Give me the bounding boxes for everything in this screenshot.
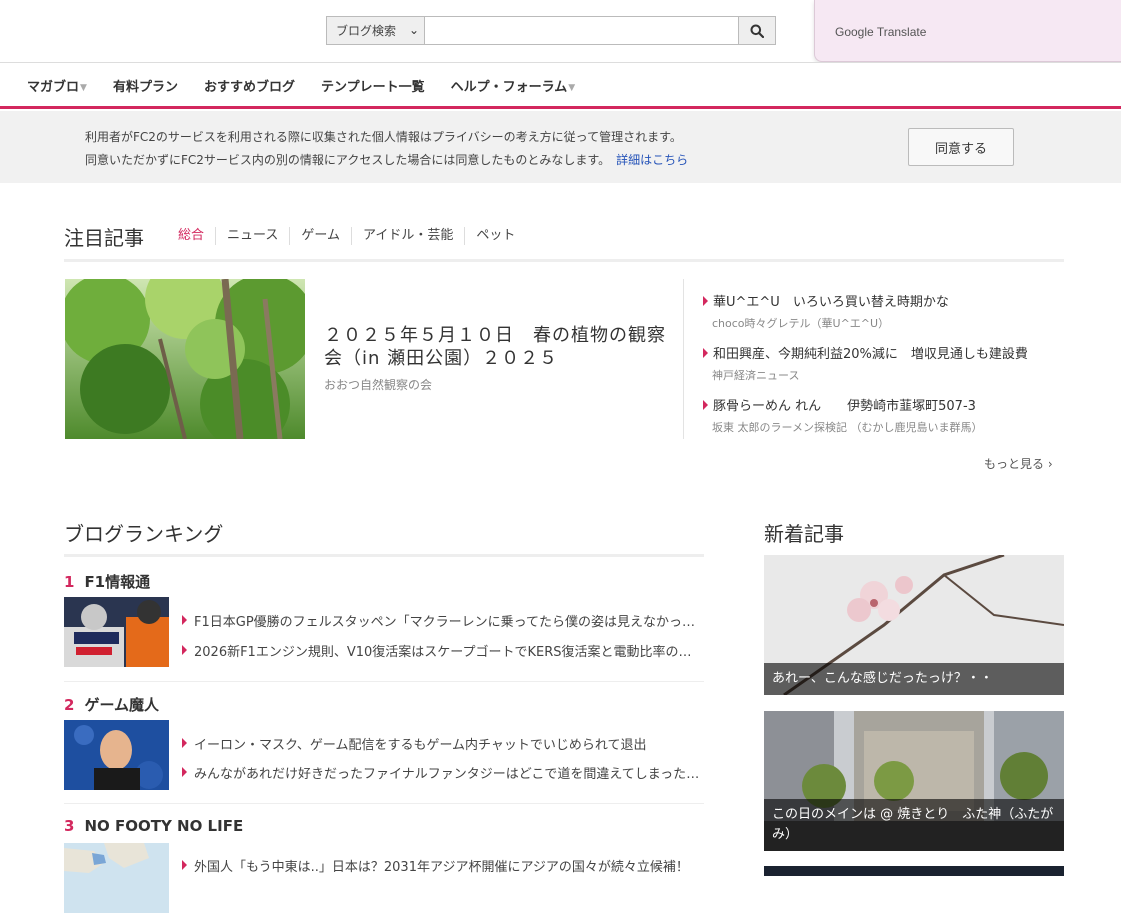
ranking-thumbnail[interactable] (64, 597, 169, 667)
dropdown-triangle-icon: ▼ (80, 83, 87, 93)
pick-source: 神戸経済ニュース (712, 369, 800, 382)
dropdown-triangle-icon: ▼ (568, 83, 576, 93)
new-articles-header: 新着記事 (764, 518, 844, 547)
search-button[interactable] (738, 16, 776, 45)
new-article-card[interactable]: この日のメインは @ 焼きとり ふた神（ふたがみ） (764, 711, 1064, 851)
ranking-item: 2 ゲーム魔人 イーロン・マスク、ゲーム配信をするもゲーム内チャットでいじめられて… (64, 694, 704, 804)
google-translate-label: Google Translate (835, 25, 927, 39)
ranking-article-link[interactable]: みんながあれだけ好きだったファイナルファンタジーはどこで道を間違えてしまったのか (182, 763, 702, 782)
privacy-consent-banner: 利用者がFC2のサービスを利用される際に収集された個人情報はプライバシーの考え方… (0, 111, 1121, 183)
featured-main-title[interactable]: ２０２５年５月１０日 春の植物の観察会（in 瀬田公園）２０２５ (324, 324, 674, 370)
google-translate-panel[interactable]: Google Translate (814, 0, 1121, 62)
pick-title: 和田興産、今期純利益20%減に 増収見通しも建設費 (703, 347, 1028, 362)
tab-game[interactable]: ゲーム (289, 227, 351, 245)
ranking-thumbnail[interactable] (64, 843, 169, 913)
featured-header: 注目記事 総合 ニュース ゲーム アイドル・芸能 ペット (64, 222, 1064, 262)
search-type-select[interactable]: ブログ検索 ⌄ (326, 16, 425, 45)
tab-news[interactable]: ニュース (215, 227, 289, 245)
ranking-article-link[interactable]: イーロン・マスク、ゲーム配信をするもゲーム内チャットでいじめられて退出 (182, 734, 702, 753)
consent-text-2: 同意いただかずにFC2サービス内の別の情報にアクセスした場合には同意したものとみ… (85, 153, 689, 167)
pick-title: 豚骨らーめん れん 伊勢崎市韮塚町507-3 (703, 399, 976, 414)
nav-item-magablo[interactable]: マガブロ▼ (27, 76, 87, 95)
nav-item-help[interactable]: ヘルプ・フォーラム▼ (451, 76, 576, 95)
ranking-header: ブログランキング (64, 518, 704, 557)
ranking-title[interactable]: 3 NO FOOTY NO LIFE (64, 817, 243, 835)
ranking-heading: ブログランキング (64, 522, 224, 546)
search-type-label: ブログ検索 (336, 24, 397, 38)
nav-item-recommended[interactable]: おすすめブログ (204, 76, 295, 95)
more-link[interactable]: もっと見る › (984, 455, 1053, 472)
chevron-down-icon: ⌄ (408, 23, 419, 37)
new-article-caption: この日のメインは @ 焼きとり ふた神（ふたがみ） (764, 799, 1064, 851)
divider (683, 279, 684, 439)
agree-button[interactable]: 同意する (908, 128, 1014, 166)
ranking-article-link[interactable]: 外国人「もう中東は..」日本は？2031年アジア杯開催にアジアの国々が続々立候補… (182, 856, 702, 875)
featured-pick[interactable]: 華U^エ^U いろいろ買い替え時期かな choco時々グレテル（華U^エ^U） (703, 291, 949, 331)
top-bar: ブログ検索 ⌄ Google Translate (0, 0, 1121, 62)
featured-tabs: 総合 ニュース ゲーム アイドル・芸能 ペット (178, 227, 526, 245)
consent-text-1: 利用者がFC2のサービスを利用される際に収集された個人情報はプライバシーの考え方… (85, 130, 682, 144)
tab-pet[interactable]: ペット (464, 227, 526, 245)
ranking-title[interactable]: 2 ゲーム魔人 (64, 694, 159, 715)
featured-heading: 注目記事 (64, 226, 144, 250)
search-icon (750, 24, 764, 38)
tab-general[interactable]: 総合 (178, 227, 215, 245)
new-article-card[interactable] (764, 866, 1064, 876)
consent-details-link[interactable]: 詳細はこちら (616, 153, 688, 167)
ranking-item: 1 F1情報通 F1日本GP優勝のフェルスタッペン「マクラーレンに乗ってたら僕の姿… (64, 571, 704, 682)
new-articles-heading: 新着記事 (764, 522, 844, 546)
featured-main-source: おおつ自然観察の会 (324, 378, 433, 392)
new-article-card[interactable]: あれー、こんな感じだったっけ？・・ (764, 555, 1064, 695)
main-nav: マガブロ▼ 有料プラン おすすめブログ テンプレート一覧 ヘルプ・フォーラム▼ (0, 62, 1121, 109)
ranking-article-link[interactable]: F1日本GP優勝のフェルスタッペン「マクラーレンに乗ってたら僕の姿は見えなかった… (182, 611, 702, 630)
featured-pick[interactable]: 和田興産、今期純利益20%減に 増収見通しも建設費 神戸経済ニュース (703, 343, 1028, 383)
tab-idol[interactable]: アイドル・芸能 (351, 227, 464, 245)
pick-source: choco時々グレテル（華U^エ^U） (712, 317, 890, 330)
ranking-article-link[interactable]: 2026新F1エンジン規則、V10復活案はスケープゴートでKERS復活案と電動比… (182, 641, 702, 660)
ranking-thumbnail[interactable] (64, 720, 169, 790)
search-input[interactable] (425, 16, 739, 45)
ranking-title[interactable]: 1 F1情報通 (64, 571, 150, 592)
pick-title: 華U^エ^U いろいろ買い替え時期かな (703, 295, 949, 310)
chevron-right-icon: › (1047, 457, 1053, 471)
nav-item-templates[interactable]: テンプレート一覧 (321, 76, 425, 95)
ranking-item: 3 NO FOOTY NO LIFE 外国人「もう中東は..」日本は？2031年ア… (64, 817, 704, 913)
featured-pick[interactable]: 豚骨らーめん れん 伊勢崎市韮塚町507-3 坂東 太郎のラーメン探検記 （むか… (703, 395, 983, 435)
nav-item-paid-plan[interactable]: 有料プラン (113, 76, 178, 95)
featured-main-image[interactable] (65, 279, 305, 439)
new-article-caption: あれー、こんな感じだったっけ？・・ (764, 663, 1064, 695)
pick-source: 坂東 太郎のラーメン探検記 （むかし鹿児島いま群馬） (712, 421, 983, 434)
